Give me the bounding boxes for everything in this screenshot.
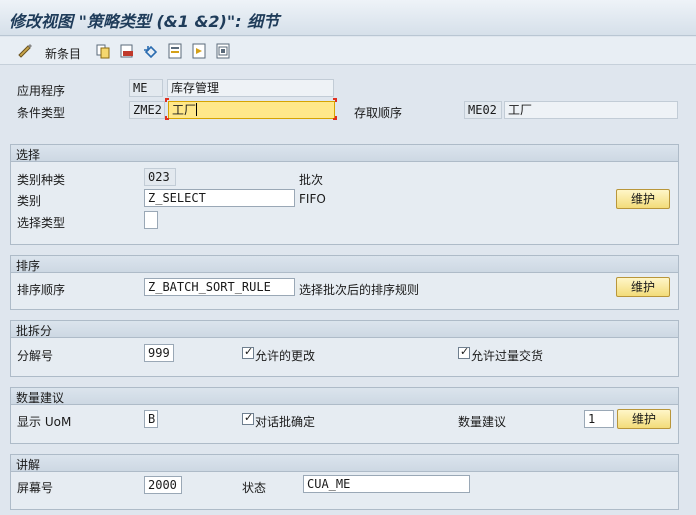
maintain-class-button[interactable]: 维护: [616, 189, 670, 209]
application-label: 应用程序: [17, 84, 66, 98]
split-group: 批拆分: [10, 320, 679, 377]
quantity-proposal-field[interactable]: 1: [584, 410, 614, 428]
condition-type-label: 条件类型: [17, 106, 66, 120]
application-toolbar: 新条目: [0, 37, 696, 65]
undo-icon[interactable]: [143, 43, 159, 59]
screen-number-field[interactable]: 2000: [144, 476, 182, 494]
glasses-icon[interactable]: [17, 43, 33, 59]
allow-overdelivery-label: 允许过量交货: [471, 349, 544, 363]
select-block-icon[interactable]: [191, 43, 207, 59]
sort-sequence-label: 排序顺序: [17, 283, 66, 297]
split-number-field[interactable]: 999: [144, 344, 174, 362]
quantity-group: 数量建议: [10, 387, 679, 444]
copy-icon[interactable]: [95, 43, 111, 59]
access-sequence-desc-field: 工厂: [504, 101, 678, 119]
class-desc: FIFO: [299, 192, 326, 206]
allow-changes-checkbox[interactable]: [242, 345, 254, 359]
access-sequence-label: 存取顺序: [354, 106, 403, 120]
class-type-label: 类别种类: [17, 173, 66, 187]
class-type-desc: 批次: [299, 173, 324, 187]
quantity-proposal-label: 数量建议: [458, 415, 507, 429]
condition-type-desc-field[interactable]: 工厂: [168, 101, 335, 119]
focus-corner-br: [333, 116, 337, 120]
application-code-field: ME: [129, 79, 163, 97]
allow-changes-label: 允许的更改: [255, 349, 316, 363]
allow-overdelivery-checkbox[interactable]: [458, 345, 470, 359]
application-desc-field: 库存管理: [167, 79, 334, 97]
focus-corner-tl: [165, 98, 169, 102]
status-label: 状态: [242, 481, 267, 495]
select-all-icon[interactable]: [167, 43, 183, 59]
deselect-all-icon[interactable]: [215, 43, 231, 59]
selection-type-label: 选择类型: [17, 216, 66, 230]
sort-group-header: 排序: [11, 256, 678, 273]
maintain-sort-button[interactable]: 维护: [616, 277, 670, 297]
dialog-batch-label: 对话批确定: [255, 415, 316, 429]
screen-number-label: 屏幕号: [17, 481, 54, 495]
condition-type-code-field: ZME2: [129, 101, 165, 119]
page-title: 修改视图 "策略类型 (&1 &2)": 细节: [9, 12, 280, 31]
focus-corner-tr: [333, 98, 337, 102]
maintain-quantity-button[interactable]: 维护: [617, 409, 671, 429]
sort-sequence-field[interactable]: Z_BATCH_SORT_RULE: [144, 278, 295, 296]
delete-icon[interactable]: [119, 43, 135, 59]
access-sequence-code-field: ME02: [464, 101, 502, 119]
status-field[interactable]: CUA_ME: [303, 475, 470, 493]
new-entries-button[interactable]: 新条目: [45, 45, 81, 62]
sort-sequence-desc: 选择批次后的排序规则: [299, 283, 420, 297]
class-field[interactable]: Z_SELECT: [144, 189, 295, 207]
dialog-batch-checkbox[interactable]: [242, 411, 254, 425]
class-type-field: 023: [144, 168, 176, 186]
selection-group: 选择: [10, 144, 679, 245]
focus-corner-bl: [165, 116, 169, 120]
class-label: 类别: [17, 194, 42, 208]
display-uom-label: 显示 UoM: [17, 415, 72, 429]
quantity-group-header: 数量建议: [11, 388, 678, 405]
display-uom-field[interactable]: B: [144, 410, 158, 428]
selection-type-field[interactable]: [144, 211, 158, 229]
selection-group-header: 选择: [11, 145, 678, 162]
text-cursor: [196, 103, 198, 116]
split-group-header: 批拆分: [11, 321, 678, 338]
title-bar: 修改视图 "策略类型 (&1 &2)": 细节: [0, 0, 696, 36]
split-number-label: 分解号: [17, 349, 54, 363]
condition-type-desc-text: 工厂: [172, 103, 197, 117]
explain-group-header: 讲解: [11, 455, 678, 472]
